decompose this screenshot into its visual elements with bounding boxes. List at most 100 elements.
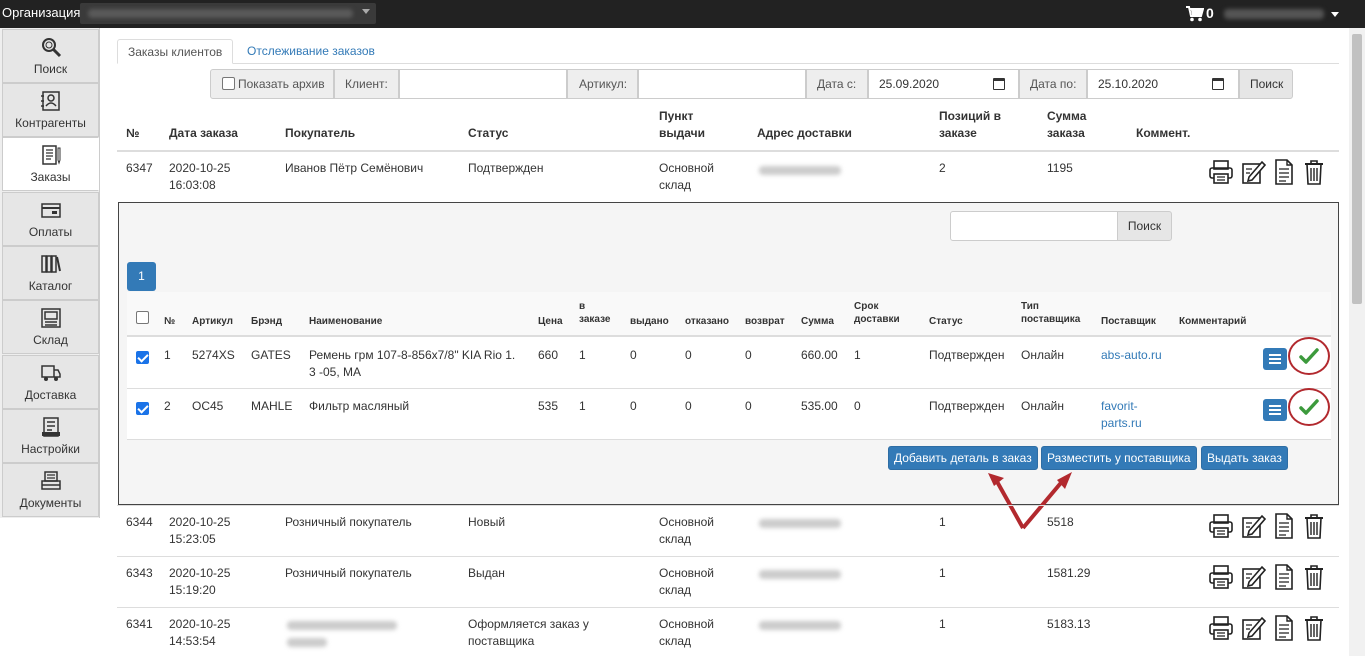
trash-icon[interactable]	[1302, 615, 1326, 641]
sidebar-item-contacts[interactable]: Контрагенты	[2, 83, 99, 137]
table-row[interactable]: 1 5274XS GATES Ремень грм 107-8-856x7/8"…	[127, 337, 1331, 389]
scrollbar[interactable]	[1349, 28, 1365, 656]
dcol-num: №	[164, 316, 176, 327]
sidebar-item-delivery[interactable]: Доставка	[2, 355, 99, 409]
date-from-value: 25.09.2020	[879, 77, 940, 91]
orders-icon	[42, 145, 61, 165]
order-pickup-line1: Основной	[659, 161, 715, 175]
order-pickup-line2: склад	[659, 178, 692, 192]
date-from-input[interactable]: 25.09.2020	[868, 69, 1019, 99]
print-icon[interactable]	[1209, 564, 1233, 590]
col-sum: Сумма заказа	[1047, 108, 1086, 142]
article-input[interactable]	[638, 69, 806, 99]
org-select[interactable]	[80, 3, 376, 24]
user-name-redacted[interactable]	[1224, 9, 1324, 19]
table-row[interactable]: 2 OC45 MAHLE Фильтр масляный 535 1 0 0 0…	[127, 388, 1331, 440]
calendar-icon[interactable]	[993, 78, 1005, 90]
details-search-button[interactable]: Поиск	[1117, 211, 1172, 241]
cart-icon[interactable]	[1186, 6, 1204, 22]
trash-icon[interactable]	[1302, 159, 1326, 185]
print-icon[interactable]	[1209, 513, 1233, 539]
order-status-line2: поставщика	[468, 634, 535, 648]
document-icon[interactable]	[1272, 513, 1296, 539]
sidebar-item-label: Каталог	[28, 279, 73, 293]
detail-price: 535	[538, 399, 559, 413]
edit-icon[interactable]	[1242, 513, 1266, 539]
order-date-day: 2020-10-25	[169, 617, 231, 631]
scrollbar-thumb[interactable]	[1352, 34, 1362, 304]
print-icon[interactable]	[1209, 615, 1233, 641]
tab-order-tracking[interactable]: Отслеживание заказов	[237, 39, 385, 64]
sidebar-item-warehouse[interactable]: Склад	[2, 300, 99, 354]
order-pickup: Основной склад	[659, 514, 714, 548]
search-icon	[42, 38, 62, 58]
order-details-panel: Поиск 1 № Артикул Брэнд Наименование Цен…	[118, 202, 1339, 505]
order-pickup-line2: склад	[659, 532, 692, 546]
date-to-label-addon: Дата по:	[1019, 69, 1087, 99]
list-details-button[interactable]	[1263, 399, 1287, 421]
row-checkbox[interactable]	[136, 351, 149, 364]
list-details-button[interactable]	[1263, 348, 1287, 370]
sidebar-item-label: Поиск	[33, 62, 68, 76]
confirm-annotation	[1288, 337, 1330, 375]
edit-icon[interactable]	[1242, 159, 1266, 185]
user-menu-caret-icon[interactable]	[1331, 12, 1339, 17]
print-icon[interactable]	[1209, 159, 1233, 185]
dcol-refused: отказано	[685, 316, 729, 327]
dcol-term-line2: доставки	[854, 314, 900, 325]
dcol-returned: возврат	[745, 316, 785, 327]
tab-client-orders[interactable]: Заказы клиентов	[117, 39, 234, 64]
trash-icon[interactable]	[1302, 564, 1326, 590]
archive-filter[interactable]: Показать архив	[210, 69, 334, 99]
detail-supplier-link[interactable]: favorit- parts.ru	[1101, 398, 1142, 432]
calendar-icon[interactable]	[1212, 78, 1224, 90]
trash-icon[interactable]	[1302, 513, 1326, 539]
order-num: 6347	[126, 161, 153, 175]
document-icon[interactable]	[1272, 615, 1296, 641]
dcol-status: Статус	[929, 316, 963, 327]
edit-icon[interactable]	[1242, 564, 1266, 590]
checkmark-icon[interactable]	[1299, 397, 1319, 417]
sidebar-item-documents[interactable]: Документы	[2, 463, 99, 517]
sidebar-item-orders[interactable]: Заказы	[2, 137, 99, 191]
row-actions	[1209, 564, 1329, 592]
pagination-page[interactable]: 1	[127, 262, 156, 291]
place-at-supplier-button[interactable]: Разместить у поставщика	[1041, 446, 1197, 470]
archive-label: Показать архив	[238, 77, 325, 91]
edit-icon[interactable]	[1242, 615, 1266, 641]
date-to-input[interactable]: 25.10.2020	[1087, 69, 1239, 99]
order-date-time: 15:19:20	[169, 583, 216, 597]
select-all-checkbox[interactable]	[136, 311, 149, 324]
order-buyer-redacted	[287, 621, 397, 630]
add-detail-button[interactable]: Добавить деталь в заказ	[888, 446, 1038, 470]
sidebar-item-settings[interactable]: Настройки	[2, 409, 99, 463]
checkmark-icon[interactable]	[1299, 346, 1319, 366]
detail-price: 660	[538, 348, 559, 362]
date-from-label: Дата с:	[817, 77, 857, 91]
dcol-term: Срок доставки	[854, 300, 900, 326]
detail-supplier-link[interactable]: abs-auto.ru	[1101, 347, 1162, 364]
detail-status: Подтвержден	[929, 399, 1005, 413]
dcol-issued: выдано	[630, 316, 669, 327]
search-button[interactable]: Поиск	[1239, 69, 1293, 99]
row-checkbox[interactable]	[136, 402, 149, 415]
order-address-redacted	[759, 519, 841, 528]
document-icon[interactable]	[1272, 159, 1296, 185]
detail-name: Ремень грм 107-8-856x7/8" KIA Rio 1. 3 -…	[309, 347, 515, 381]
col-sum-line2: заказа	[1047, 126, 1085, 140]
archive-checkbox[interactable]	[222, 77, 235, 90]
date-to-label: Дата по:	[1030, 77, 1077, 91]
order-date: 2020-10-25 15:23:05	[169, 514, 230, 548]
sidebar-item-payments[interactable]: Оплаты	[2, 192, 99, 246]
order-buyer-redacted	[287, 638, 327, 647]
order-num: 6344	[126, 515, 153, 529]
client-input[interactable]	[399, 69, 567, 99]
details-search-input[interactable]	[950, 211, 1118, 241]
document-icon[interactable]	[1272, 564, 1296, 590]
documents-icon	[41, 471, 61, 490]
detail-term: 1	[854, 348, 861, 362]
order-sum: 1195	[1047, 161, 1073, 175]
issue-order-button[interactable]: Выдать заказ	[1201, 446, 1288, 470]
sidebar-item-catalog[interactable]: Каталог	[2, 246, 99, 300]
sidebar-item-search[interactable]: Поиск	[2, 29, 99, 83]
